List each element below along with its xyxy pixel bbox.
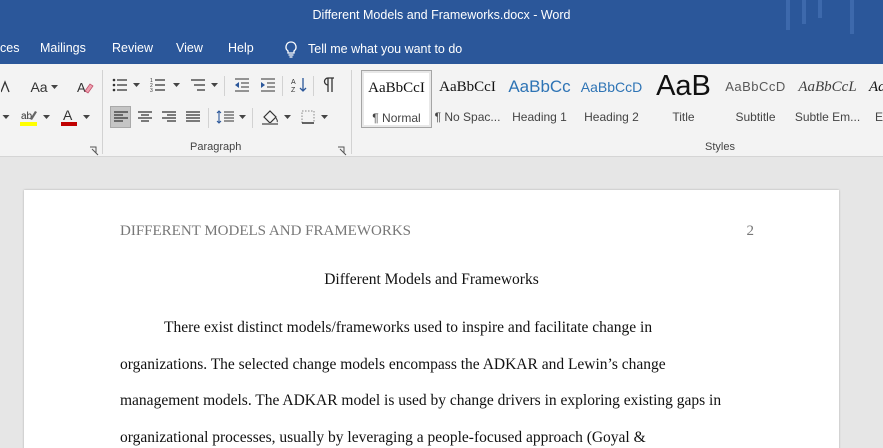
style-sample: AaBbCcD (580, 79, 643, 95)
button-separator (313, 76, 314, 96)
style-name: Subtle Em... (794, 110, 861, 124)
bullets-button[interactable] (110, 74, 130, 96)
numbering-button[interactable]: 123 (148, 74, 168, 96)
style-name: Title (672, 110, 695, 124)
svg-text:3: 3 (150, 88, 153, 92)
chevron-down-icon[interactable] (50, 76, 58, 98)
style-name: Heading 1 (512, 110, 567, 124)
group-separator (102, 70, 103, 154)
paragraph-dialog-launcher-icon[interactable] (337, 143, 347, 156)
style-normal[interactable]: AaBbCcI ¶ Normal (361, 70, 432, 128)
tell-me-label: Tell me what you want to do (308, 42, 463, 56)
style-subtle-emphasis[interactable]: AaBbCcL Subtle Em... (792, 70, 863, 128)
body-line: organizations. The selected change model… (120, 356, 666, 373)
style-name: ¶ No Spac... (434, 110, 501, 124)
group-separator (351, 70, 352, 154)
svg-text:Z: Z (291, 87, 296, 93)
subscript-button[interactable] (0, 106, 12, 128)
body-line: management models. The ADKAR model is us… (120, 392, 722, 409)
style-name: ¶ Normal (372, 111, 421, 125)
button-separator (252, 108, 253, 128)
chevron-down-icon[interactable] (172, 74, 180, 96)
body-line: organizational processes, usually by lev… (120, 429, 646, 446)
chevron-down-icon[interactable] (283, 106, 291, 128)
button-separator (224, 76, 225, 96)
svg-text:A: A (77, 80, 86, 95)
svg-text:A: A (63, 107, 73, 123)
title-bar: Different Models and Frameworks.docx - W… (0, 0, 883, 34)
style-name: Subtitle (735, 110, 776, 124)
style-heading-1[interactable]: AaBbCc Heading 1 (504, 70, 575, 128)
text-highlight-color-button[interactable]: ab (18, 106, 40, 128)
chevron-down-icon[interactable] (210, 74, 218, 96)
multilevel-list-button[interactable] (188, 74, 208, 96)
button-separator (282, 76, 283, 96)
chevron-down-icon[interactable] (132, 74, 140, 96)
style-name: Heading 2 (584, 110, 639, 124)
style-sample: AaB (656, 70, 711, 102)
styles-group-label: Styles (705, 141, 735, 153)
style-sample: AaBbCcD (725, 79, 786, 94)
style-heading-2[interactable]: AaBbCcD Heading 2 (576, 70, 647, 128)
page-number: 2 (746, 223, 755, 239)
font-color-button[interactable]: A (58, 106, 80, 128)
tab-mailings[interactable]: Mailings (40, 41, 86, 55)
font-size-shrink-button[interactable] (0, 76, 16, 98)
button-separator (208, 108, 209, 128)
decrease-indent-button[interactable] (232, 74, 252, 96)
style-no-spacing[interactable]: AaBbCcI ¶ No Spac... (432, 70, 503, 128)
running-head: DIFFERENT MODELS AND FRAMEWORKS (120, 223, 412, 239)
style-name: Em (875, 110, 883, 124)
chevron-down-icon[interactable] (320, 106, 328, 128)
svg-text:A: A (291, 79, 296, 86)
style-title[interactable]: AaB Title (648, 70, 719, 128)
paragraph-group-label: Paragraph (190, 141, 242, 153)
change-case-button[interactable]: Aa (29, 76, 49, 98)
title-bar-decoration (850, 0, 854, 34)
justify-button[interactable] (182, 106, 203, 128)
title-bar-decoration (802, 0, 806, 24)
ribbon-tabs: ces Mailings Review View Help Tell me wh… (0, 34, 883, 64)
tab-help[interactable]: Help (228, 41, 254, 55)
ribbon: Aa A ab A 123 AZ Paragraph AaBbCcI ¶ Nor… (0, 64, 883, 157)
style-subtitle[interactable]: AaBbCcD Subtitle (720, 70, 791, 128)
style-sample: AaBbCcL (798, 79, 857, 95)
style-sample: AaBbCcI (368, 80, 425, 96)
align-center-button[interactable] (134, 106, 155, 128)
style-sample: Aa (869, 79, 883, 95)
font-dialog-launcher-icon[interactable] (89, 143, 99, 156)
chevron-down-icon[interactable] (82, 106, 90, 128)
title-bar-decoration (818, 0, 822, 18)
chevron-down-icon[interactable] (42, 106, 50, 128)
tab-review[interactable]: Review (112, 41, 153, 55)
body-line: There exist distinct models/frameworks u… (164, 319, 653, 336)
document-workspace: DIFFERENT MODELS AND FRAMEWORKS 2 Differ… (0, 158, 883, 448)
sort-button[interactable]: AZ (289, 74, 309, 96)
tab-references[interactable]: ces (0, 41, 19, 55)
style-sample: AaBbCc (508, 77, 571, 96)
window-title: Different Models and Frameworks.docx - W… (312, 8, 571, 22)
lightbulb-icon (282, 40, 300, 58)
title-bar-decoration (786, 0, 790, 30)
tell-me-search[interactable]: Tell me what you want to do (282, 39, 462, 59)
document-page[interactable]: DIFFERENT MODELS AND FRAMEWORKS 2 Differ… (24, 190, 839, 448)
line-spacing-button[interactable] (214, 106, 236, 128)
svg-text:ab: ab (21, 111, 33, 122)
borders-button[interactable] (298, 106, 318, 128)
shading-button[interactable] (259, 106, 281, 128)
show-formatting-marks-button[interactable] (319, 74, 339, 96)
align-left-button[interactable] (110, 106, 131, 128)
increase-indent-button[interactable] (258, 74, 278, 96)
document-title: Different Models and Frameworks (324, 271, 539, 288)
style-sample: AaBbCcI (439, 79, 496, 95)
style-emphasis[interactable]: Aa Em (864, 70, 883, 128)
clear-formatting-icon[interactable]: A (74, 76, 96, 98)
chevron-down-icon[interactable] (238, 106, 246, 128)
align-right-button[interactable] (158, 106, 179, 128)
tab-view[interactable]: View (176, 41, 203, 55)
